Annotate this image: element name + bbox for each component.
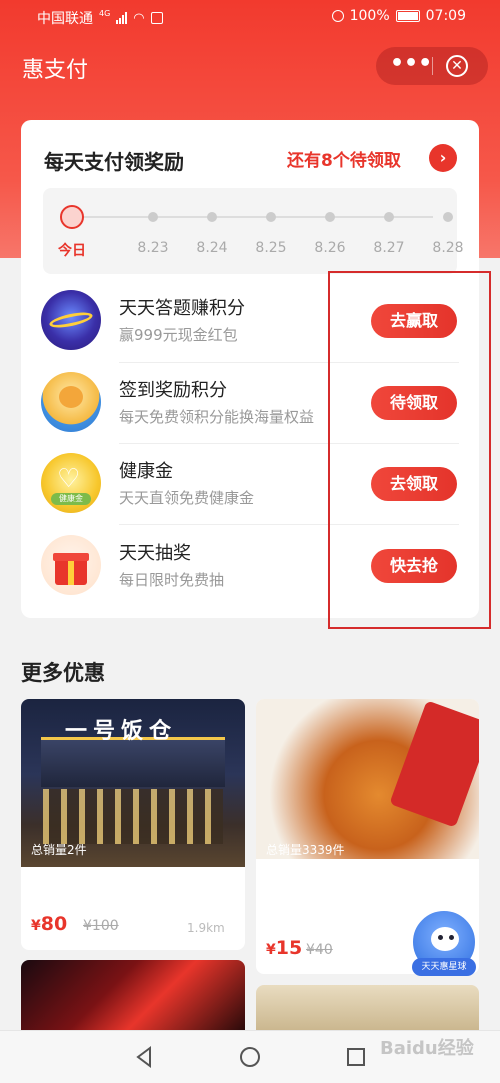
timeline-dot (266, 212, 276, 222)
timeline-line (73, 216, 433, 218)
quiz-planet-icon (41, 290, 101, 350)
sales-count: 总销量2件 (31, 843, 87, 857)
original-price-value: 40 (314, 942, 333, 958)
pending-rewards-link[interactable]: 还有8个待领取 (287, 146, 401, 171)
more-deals-title: 更多优惠 (21, 661, 105, 685)
deal-image (256, 699, 479, 859)
watermark: Baidu经验 (380, 1038, 474, 1059)
timeline-dot (207, 212, 217, 222)
task-subtitle: 每日限时免费抽 (119, 571, 225, 589)
carrier-label: 中国联通 (37, 11, 93, 27)
float-ball-label: 天天惠星球 (412, 958, 476, 976)
deal-price: ¥15 (266, 937, 303, 959)
original-price-value: 100 (91, 918, 119, 934)
home-icon[interactable] (238, 1045, 262, 1069)
recents-icon[interactable] (344, 1045, 368, 1069)
original-price: ¥40 (306, 942, 333, 958)
timeline-dot (148, 212, 158, 222)
deal-price-value: 80 (40, 913, 68, 935)
wifi-icon: ◠ (133, 10, 145, 26)
task-title: 天天答题赚积分 (119, 298, 245, 319)
capsule-divider (432, 57, 433, 75)
signal-icon (116, 12, 128, 24)
timeline-label: 8.28 (432, 240, 464, 256)
original-price: ¥100 (83, 918, 119, 934)
task-title: 天天抽奖 (119, 543, 191, 564)
deal-card[interactable]: 一号饭仓 总销量2件 ¥80 ¥100 1.9km (21, 699, 245, 950)
task-subtitle: 天天直领免费健康金 (119, 489, 255, 507)
alarm-icon (331, 10, 344, 22)
battery-icon (395, 10, 420, 22)
deal-price: ¥80 (31, 913, 68, 935)
bear-signin-icon (41, 372, 101, 432)
task-subtitle: 每天免费领积分能换海量权益 (119, 408, 315, 426)
day-timeline: 今日 8.23 8.24 8.25 8.26 8.27 8.28 (43, 188, 464, 274)
timeline-label: 8.25 (255, 240, 287, 256)
timeline-dot (384, 212, 394, 222)
annotation-highlight-box (328, 271, 491, 629)
network-type: 4G (99, 8, 111, 18)
deal-distance: 1.9km (187, 921, 225, 935)
sales-count: 总销量3339件 (266, 843, 345, 857)
battery-percent: 100% (349, 8, 390, 24)
deal-image (21, 960, 245, 1030)
task-title: 签到奖励积分 (119, 380, 227, 401)
deal-image (256, 985, 479, 1030)
timeline-today-dot (60, 205, 84, 229)
timeline-dot (325, 212, 335, 222)
clock: 07:09 (425, 8, 466, 24)
chevron-right-icon[interactable]: › (429, 144, 457, 172)
reward-card-title: 每天支付领奖励 (44, 150, 184, 174)
mascot-eye (438, 935, 443, 940)
timeline-dot (443, 212, 453, 222)
deal-card[interactable] (21, 960, 245, 1030)
timeline-label: 8.23 (137, 240, 169, 256)
restaurant-sign-text: 一号饭仓 (65, 719, 178, 744)
timeline-label: 8.27 (373, 240, 405, 256)
deal-card[interactable] (256, 985, 479, 1030)
mini-program-capsule: ••• ✕ (376, 47, 488, 85)
mascot-face (431, 927, 459, 951)
heart-coin-icon: ♡ 健康金 (41, 453, 101, 513)
status-bar: 中国联通 4G ◠ 100% 07:09 (0, 0, 500, 34)
gift-box-icon (41, 535, 101, 595)
mascot-eye (449, 935, 454, 940)
health-fund-icon-label: 健康金 (51, 493, 91, 505)
timeline-label: 8.24 (196, 240, 228, 256)
deal-price-value: 15 (275, 937, 303, 959)
back-icon[interactable] (132, 1045, 156, 1069)
notification-icon (150, 12, 163, 24)
timeline-label: 8.26 (314, 240, 346, 256)
task-subtitle: 赢999元现金红包 (119, 326, 238, 344)
task-title: 健康金 (119, 461, 173, 482)
page-title: 惠支付 (22, 58, 89, 83)
more-icon[interactable]: ••• (390, 47, 432, 85)
close-icon[interactable]: ✕ (446, 55, 468, 77)
timeline-label-today: 今日 (58, 243, 86, 259)
